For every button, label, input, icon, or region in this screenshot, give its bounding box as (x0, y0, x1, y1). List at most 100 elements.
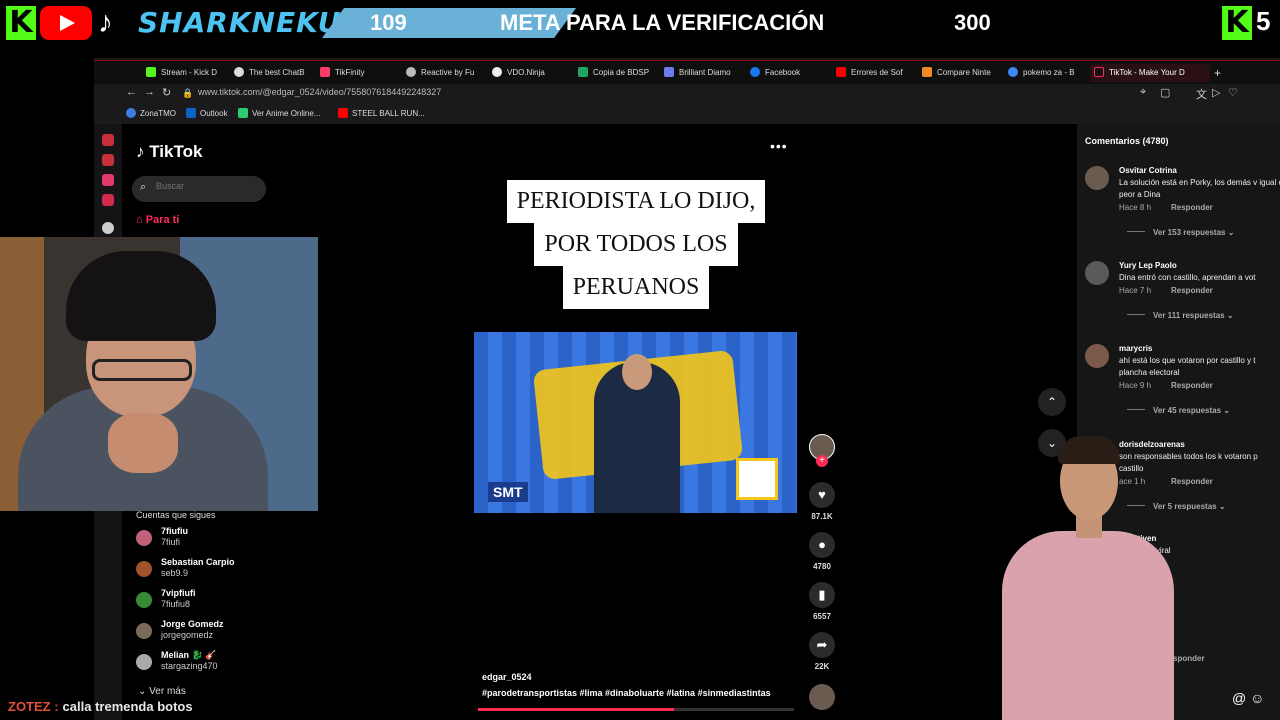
glasses (92, 359, 192, 381)
tab-sheets[interactable]: Copia de BDSP (578, 64, 656, 82)
share-button[interactable]: ➦ 22K (806, 632, 838, 671)
tab-facebook[interactable]: Facebook (750, 64, 828, 82)
url-field[interactable]: www.tiktok.com/@edgar_0524/video/7558076… (198, 87, 441, 97)
video-progress-bar[interactable] (478, 708, 794, 711)
bookmark-steel-ball-run[interactable]: STEEL BALL RUN... (338, 108, 425, 118)
avatar (136, 623, 152, 639)
verification-goal-bar: 109 META PARA LA VERIFICACIÓN 300 (322, 8, 1022, 38)
caption-line: POR TODOS LOS (534, 223, 738, 266)
bookmark-button[interactable]: ▮ 6557 (806, 582, 838, 621)
see-more-link[interactable]: ⌄ Ver más (138, 686, 186, 697)
bookmark-zonatmo[interactable]: ZonaTMO (126, 108, 176, 118)
avatar[interactable] (1085, 261, 1109, 285)
play-icon[interactable]: ▷ (1212, 86, 1220, 99)
pin-icon[interactable]: ⌖ (1140, 86, 1146, 99)
avatar (136, 530, 152, 546)
reply-button[interactable]: Responder (1171, 286, 1213, 295)
bookmark-outlook[interactable]: Outlook (186, 108, 228, 118)
tab-tiktok-active[interactable]: TikTok - Make Your D (1090, 64, 1210, 82)
bag-sidebar-icon[interactable] (102, 154, 114, 166)
chat-username: ZOTEZ : (8, 699, 59, 714)
translate-icon[interactable]: 文 (1196, 86, 1207, 102)
tiktok-brand-logo[interactable]: ♪ TikTok (136, 142, 202, 162)
tiktok-icon (1094, 67, 1104, 77)
heart-outline-icon[interactable]: ♡ (1228, 86, 1238, 99)
avatar[interactable] (1085, 166, 1109, 190)
comment-text: Dina entró con castillo, aprendan a vot (1119, 273, 1256, 282)
bookmark-anime[interactable]: Ver Anime Online... (238, 108, 320, 118)
more-options-icon[interactable]: ••• (770, 138, 788, 154)
previous-video-button[interactable]: ⌃ (1038, 388, 1066, 416)
reply-button[interactable]: Responder (1171, 203, 1213, 212)
video-hashtags[interactable]: #parodetransportistas #lima #dinaboluart… (482, 688, 771, 698)
address-bar-row: ← → ↻ 🔒 www.tiktok.com/@edgar_0524/video… (94, 84, 1280, 104)
kick-logo-icon-right: K (1222, 6, 1252, 40)
comment-username[interactable]: Osvitar Cotrina (1119, 166, 1177, 175)
like-count: 87.1K (811, 512, 833, 521)
view-replies-button[interactable]: Ver 45 respuestas ⌄ (1127, 406, 1230, 415)
messenger-sidebar-icon[interactable] (102, 194, 114, 206)
tab-tikfinity[interactable]: TikFinity (320, 64, 398, 82)
share-count: 22K (814, 662, 830, 671)
comment-username[interactable]: marycris (1119, 344, 1152, 353)
mention-emoji-icons[interactable]: @ ☺ (1232, 690, 1264, 706)
view-replies-button[interactable]: Ver 111 respuestas ⌄ (1127, 311, 1234, 320)
youtube-icon (338, 108, 348, 118)
follow-plus-icon[interactable]: + (816, 455, 828, 467)
comment-item: Yury Lep Paolo Dina entró con castillo, … (1085, 261, 1280, 331)
sheets-icon (578, 67, 588, 77)
instagram-sidebar-icon[interactable] (102, 174, 114, 186)
tab-vdo-ninja[interactable]: VDO.Ninja (492, 64, 568, 82)
search-input[interactable] (156, 181, 256, 191)
avatar (136, 561, 152, 577)
outlook-icon (186, 108, 196, 118)
video-author[interactable]: edgar_0524 (482, 672, 532, 682)
music-avatar[interactable] (809, 684, 835, 710)
bookmark-count: 6557 (813, 612, 831, 621)
tab-youtube-errores[interactable]: Errores de Sof (836, 64, 914, 82)
share-icon: ➦ (809, 632, 835, 658)
reload-icon[interactable]: ↻ (162, 86, 171, 99)
tab-compare-nintendo[interactable]: Compare Ninte (922, 64, 1000, 82)
youtube-icon (836, 67, 846, 77)
opera-sidebar-icon[interactable] (102, 134, 114, 146)
chat-text: calla tremenda botos (62, 699, 193, 714)
avatar (136, 654, 152, 670)
new-tab-button[interactable]: + (1214, 64, 1228, 82)
caption-line: PERUANOS (562, 266, 710, 309)
comments-title: Comentarios (4780) (1085, 136, 1169, 146)
tab-strip: Stream - Kick D The best ChatB TikFinity… (94, 60, 1280, 84)
view-replies-button[interactable]: Ver 153 respuestas ⌄ (1127, 228, 1234, 237)
tab-google-search[interactable]: pokemo za - B (1008, 64, 1086, 82)
tab-brilliant-diamond[interactable]: Brilliant Diamo (664, 64, 742, 82)
stream-overlay-bar: K ♪ SHARKNEKU 109 META PARA LA VERIFICAC… (0, 0, 1280, 48)
google-icon (1008, 67, 1018, 77)
comment-text: ahí está los que votaron por castillo y … (1119, 356, 1256, 377)
comment-button[interactable]: ● 4780 (806, 532, 838, 571)
back-icon[interactable]: ← (126, 86, 137, 98)
forward-icon[interactable]: → (144, 86, 155, 98)
like-button[interactable]: ♥ 87.1K (806, 482, 838, 521)
tiktok-search[interactable]: ⌕ (132, 176, 266, 202)
reply-button[interactable]: Responder (1171, 381, 1213, 390)
video-player[interactable]: SMT (474, 332, 797, 513)
avatar[interactable] (1085, 344, 1109, 368)
screenshot-icon[interactable]: ▢ (1160, 86, 1170, 99)
smt-logo: SMT (488, 482, 528, 502)
chat-icon (234, 67, 244, 77)
streamer-webcam (0, 237, 318, 511)
comment-item: marycris ahí está los que votaron por ca… (1085, 344, 1280, 424)
chatgpt-sidebar-icon[interactable] (102, 222, 114, 234)
chat-message: ZOTEZ : calla tremenda botos (8, 699, 193, 714)
comment-username[interactable]: Yury Lep Paolo (1119, 261, 1177, 270)
tiktok-logo-icon: ♪ (98, 6, 113, 39)
youtube-logo-icon (40, 6, 92, 40)
comment-text: La solución está en Porky, los demás v i… (1119, 178, 1280, 199)
tab-reactive[interactable]: Reactive by Fu (406, 64, 484, 82)
nav-for-you[interactable]: ⌂ Para ti (136, 214, 179, 226)
anime-icon (238, 108, 248, 118)
tab-chatbot[interactable]: The best ChatB (234, 64, 310, 82)
tab-kick-stream[interactable]: Stream - Kick D (146, 64, 224, 82)
video-progress-fill (478, 708, 674, 711)
following-section-title: Cuentas que sigues (136, 510, 216, 520)
